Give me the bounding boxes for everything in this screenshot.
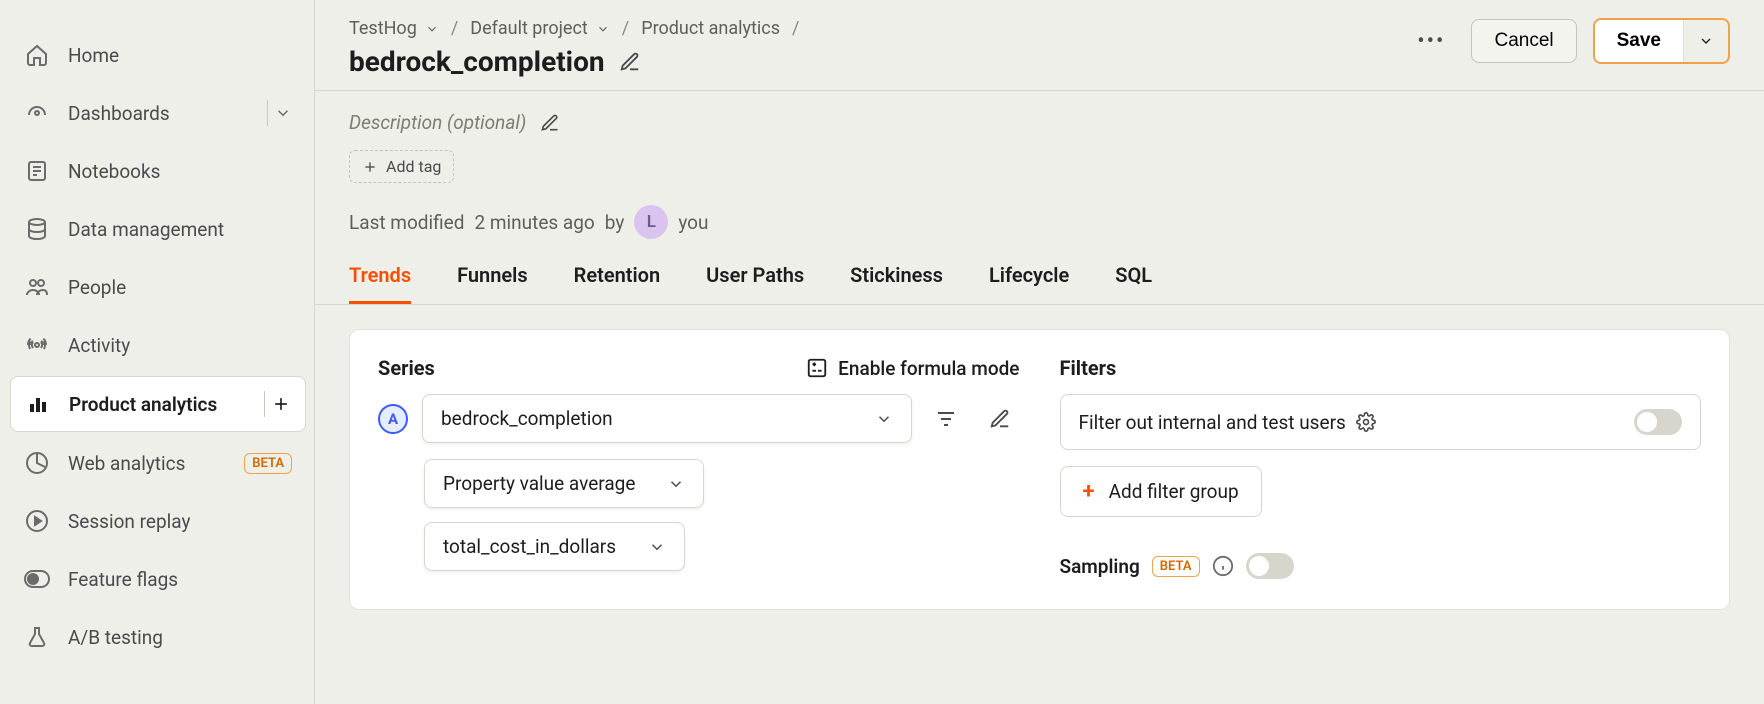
sidebar-item-label: Session replay [68,510,190,533]
breadcrumb-sep: / [622,18,629,39]
tab-trends[interactable]: Trends [349,263,411,304]
filters-section: Filters Filter out internal and test use… [1060,356,1702,579]
sidebar-item-label: A/B testing [68,626,163,649]
series-badge: A [378,404,408,434]
chevron-down-icon[interactable] [274,104,292,122]
series-section: Series Enable formula mode A bedrock_com… [378,356,1020,579]
tab-stickiness[interactable]: Stickiness [850,263,943,304]
aggregation-selector[interactable]: Property value average [424,459,704,508]
breadcrumb-sep: / [792,18,799,39]
sidebar-item-data-management[interactable]: Data management [10,202,306,256]
beta-badge: BETA [244,453,292,474]
notebook-icon [24,158,50,184]
play-circle-icon [24,508,50,534]
formula-icon [806,357,828,379]
sidebar-item-label: Web analytics [68,452,185,475]
breadcrumb-org[interactable]: TestHog [349,18,439,39]
enable-formula-mode[interactable]: Enable formula mode [806,357,1019,380]
breadcrumb: TestHog / Default project / Product anal… [349,18,799,39]
sidebar-item-feature-flags[interactable]: Feature flags [10,552,306,606]
edit-icon[interactable] [540,113,560,133]
pie-chart-icon [24,450,50,476]
description-placeholder[interactable]: Description (optional) [349,111,526,134]
meta-section: Description (optional) Add tag Last modi… [315,91,1764,239]
insight-tabs: Trends Funnels Retention User Paths Stic… [315,239,1764,305]
sidebar-item-notebooks[interactable]: Notebooks [10,144,306,198]
sidebar-item-label: Dashboards [68,102,170,125]
more-menu-button[interactable]: ••• [1407,23,1455,60]
save-dropdown-button[interactable] [1683,20,1728,62]
sidebar-item-dashboards[interactable]: Dashboards [10,86,306,140]
insight-title[interactable]: bedrock_completion [349,45,605,78]
save-button[interactable]: Save [1595,20,1683,62]
event-selector[interactable]: bedrock_completion [422,394,912,443]
sidebar-item-label: Notebooks [68,160,160,183]
save-button-group: Save [1593,18,1730,64]
plus-icon[interactable] [271,394,291,414]
tab-lifecycle[interactable]: Lifecycle [989,263,1069,304]
add-tag-button[interactable]: Add tag [349,150,454,183]
chevron-down-icon [875,410,893,428]
broadcast-icon [24,332,50,358]
sidebar-item-web-analytics[interactable]: Web analytics BETA [10,436,306,490]
avatar[interactable]: L [634,205,668,239]
sidebar-item-session-replay[interactable]: Session replay [10,494,306,548]
sidebar-item-label: Data management [68,218,224,241]
breadcrumb-project[interactable]: Default project [470,18,610,39]
filter-internal-users: Filter out internal and test users [1060,394,1702,450]
sidebar-item-label: Product analytics [69,393,217,416]
flask-icon [24,624,50,650]
filter-icon[interactable] [926,399,966,439]
sidebar-item-label: Home [68,44,119,67]
tab-funnels[interactable]: Funnels [457,263,528,304]
sidebar-item-activity[interactable]: Activity [10,318,306,372]
add-filter-group-button[interactable]: + Add filter group [1060,466,1262,517]
sidebar-item-home[interactable]: Home [10,28,306,82]
sidebar-item-people[interactable]: People [10,260,306,314]
plus-icon: + [1083,479,1095,504]
beta-badge: BETA [1152,556,1200,577]
plus-icon [362,159,378,175]
divider [267,100,268,126]
home-icon [24,42,50,68]
bar-chart-icon [25,391,51,417]
filter-internal-toggle[interactable] [1634,409,1682,435]
chevron-down-icon [667,475,685,493]
divider [264,391,265,417]
sampling-toggle[interactable] [1246,553,1294,579]
people-icon [24,274,50,300]
tab-user-paths[interactable]: User Paths [706,263,804,304]
filters-heading: Filters [1060,356,1117,380]
tab-retention[interactable]: Retention [574,263,661,304]
chevron-down-icon [648,538,666,556]
edit-icon[interactable] [619,51,641,73]
chevron-down-icon [425,22,439,36]
sidebar-item-label: Feature flags [68,568,178,591]
property-selector[interactable]: total_cost_in_dollars [424,522,685,571]
gauge-icon [24,100,50,126]
main: TestHog / Default project / Product anal… [314,0,1764,704]
sampling-row: Sampling BETA [1060,553,1702,579]
sidebar-item-product-analytics[interactable]: Product analytics [10,376,306,432]
chevron-down-icon [596,22,610,36]
topbar: TestHog / Default project / Product anal… [315,0,1764,91]
database-icon [24,216,50,242]
info-icon[interactable] [1212,555,1234,577]
edit-icon[interactable] [980,399,1020,439]
sidebar: Home Dashboards Notebooks Data managemen… [0,0,314,704]
sidebar-item-label: People [68,276,126,299]
config-panel: Series Enable formula mode A bedrock_com… [349,329,1730,610]
chevron-down-icon [1698,33,1714,49]
series-heading: Series [378,356,435,380]
sidebar-item-label: Activity [68,334,130,357]
breadcrumb-section[interactable]: Product analytics [641,18,780,39]
breadcrumb-sep: / [451,18,458,39]
toggle-icon [24,566,50,592]
sidebar-item-ab-testing[interactable]: A/B testing [10,610,306,664]
last-modified: Last modified 2 minutes ago by L you [349,205,1730,239]
gear-icon[interactable] [1356,412,1376,432]
tab-sql[interactable]: SQL [1115,263,1152,304]
cancel-button[interactable]: Cancel [1471,19,1576,63]
